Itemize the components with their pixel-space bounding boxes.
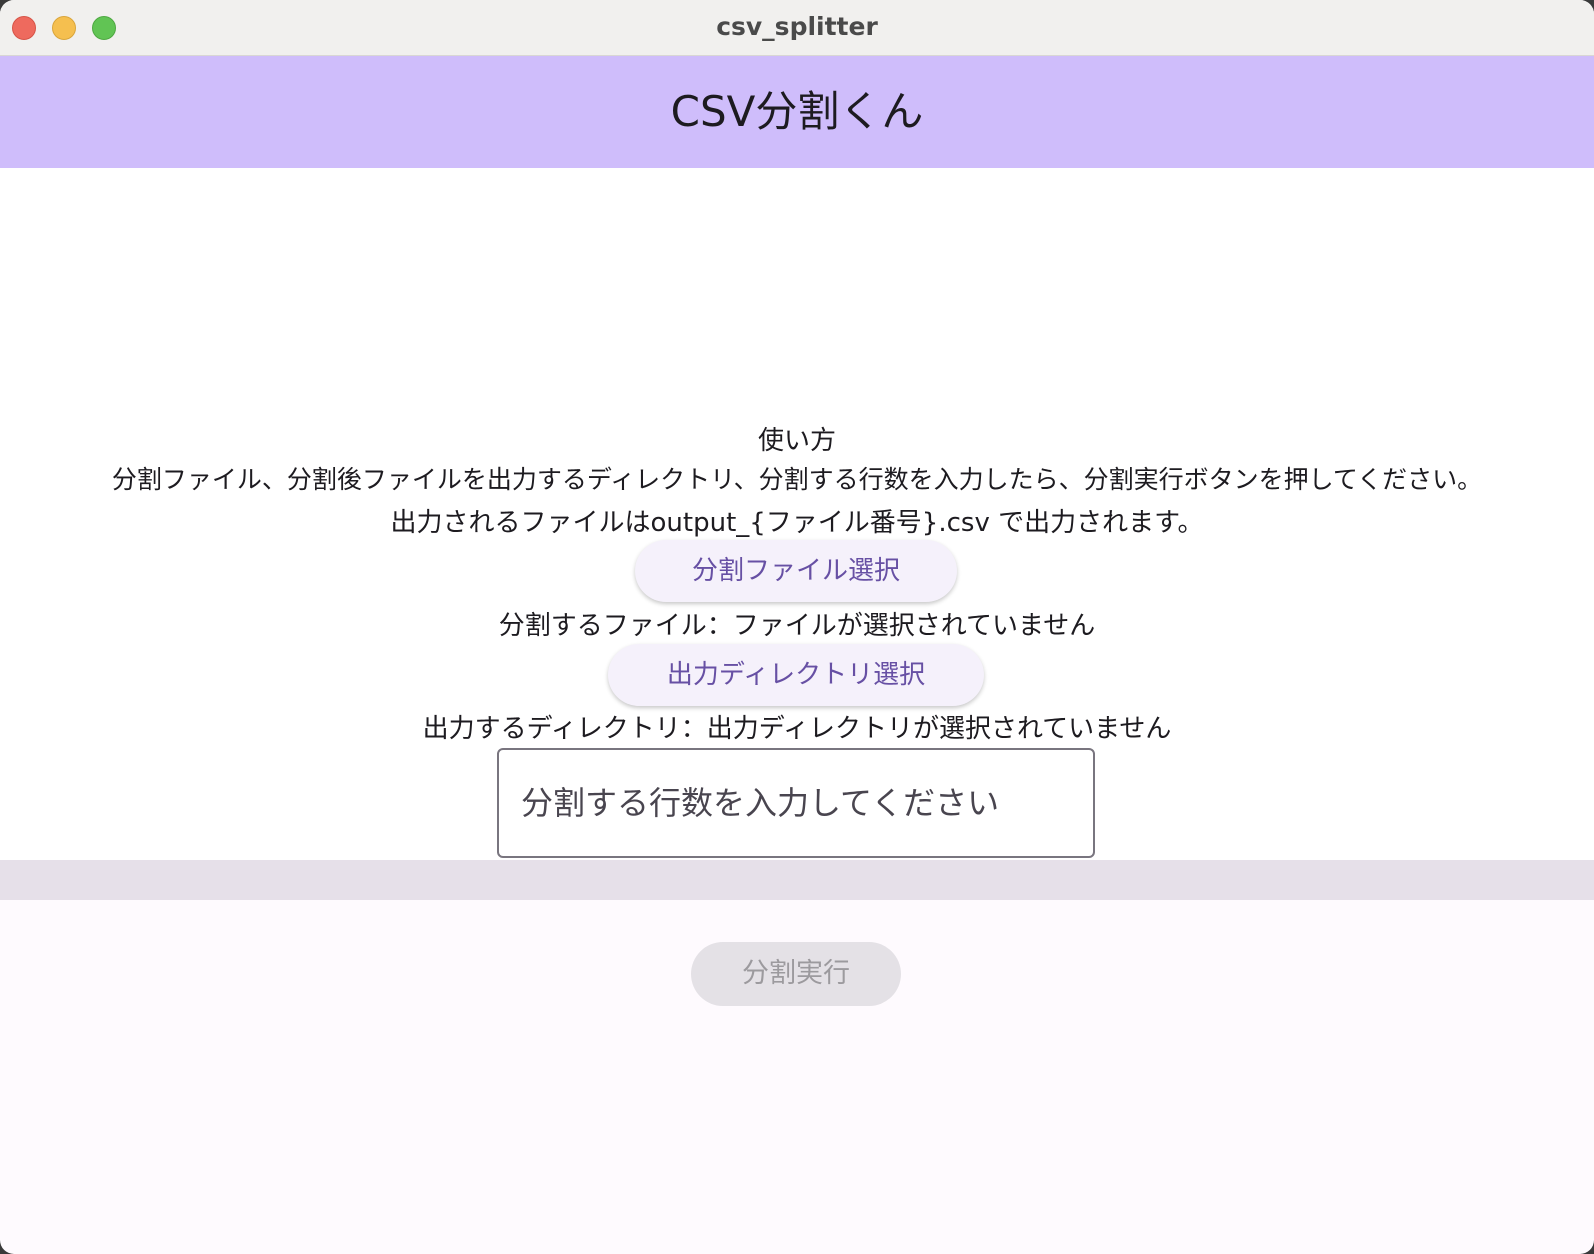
instructions-line-2: 出力されるファイルはoutput_{ファイル番号}.csv で出力されます。 — [390, 508, 1204, 538]
app-title: CSV分割くん — [670, 87, 924, 136]
window-titlebar[interactable]: csv_splitter — [0, 0, 1594, 56]
instructions-line-1: 分割ファイル、分割後ファイルを出力するディレクトリ、分割する行数を入力したら、分… — [111, 465, 1483, 494]
divider-band — [0, 860, 1594, 900]
selected-file-status: 分割するファイル：ファイルが選択されていません — [498, 611, 1096, 641]
select-output-dir-button[interactable]: 出力ディレクトリ選択 — [608, 644, 984, 706]
instructions-heading: 使い方 — [757, 426, 836, 456]
rows-input[interactable] — [521, 750, 1071, 856]
app-window: csv_splitter CSV分割くん 使い方 分割ファイル、分割後ファイルを… — [0, 0, 1594, 1254]
app-bar: CSV分割くん — [0, 56, 1594, 168]
selected-dir-status: 出力するディレクトリ：出力ディレクトリが選択されていません — [422, 714, 1172, 744]
select-file-button[interactable]: 分割ファイル選択 — [635, 540, 957, 602]
run-split-button[interactable]: 分割実行 — [691, 942, 901, 1006]
window-title: csv_splitter — [716, 12, 878, 41]
rows-input-field[interactable] — [497, 748, 1095, 858]
